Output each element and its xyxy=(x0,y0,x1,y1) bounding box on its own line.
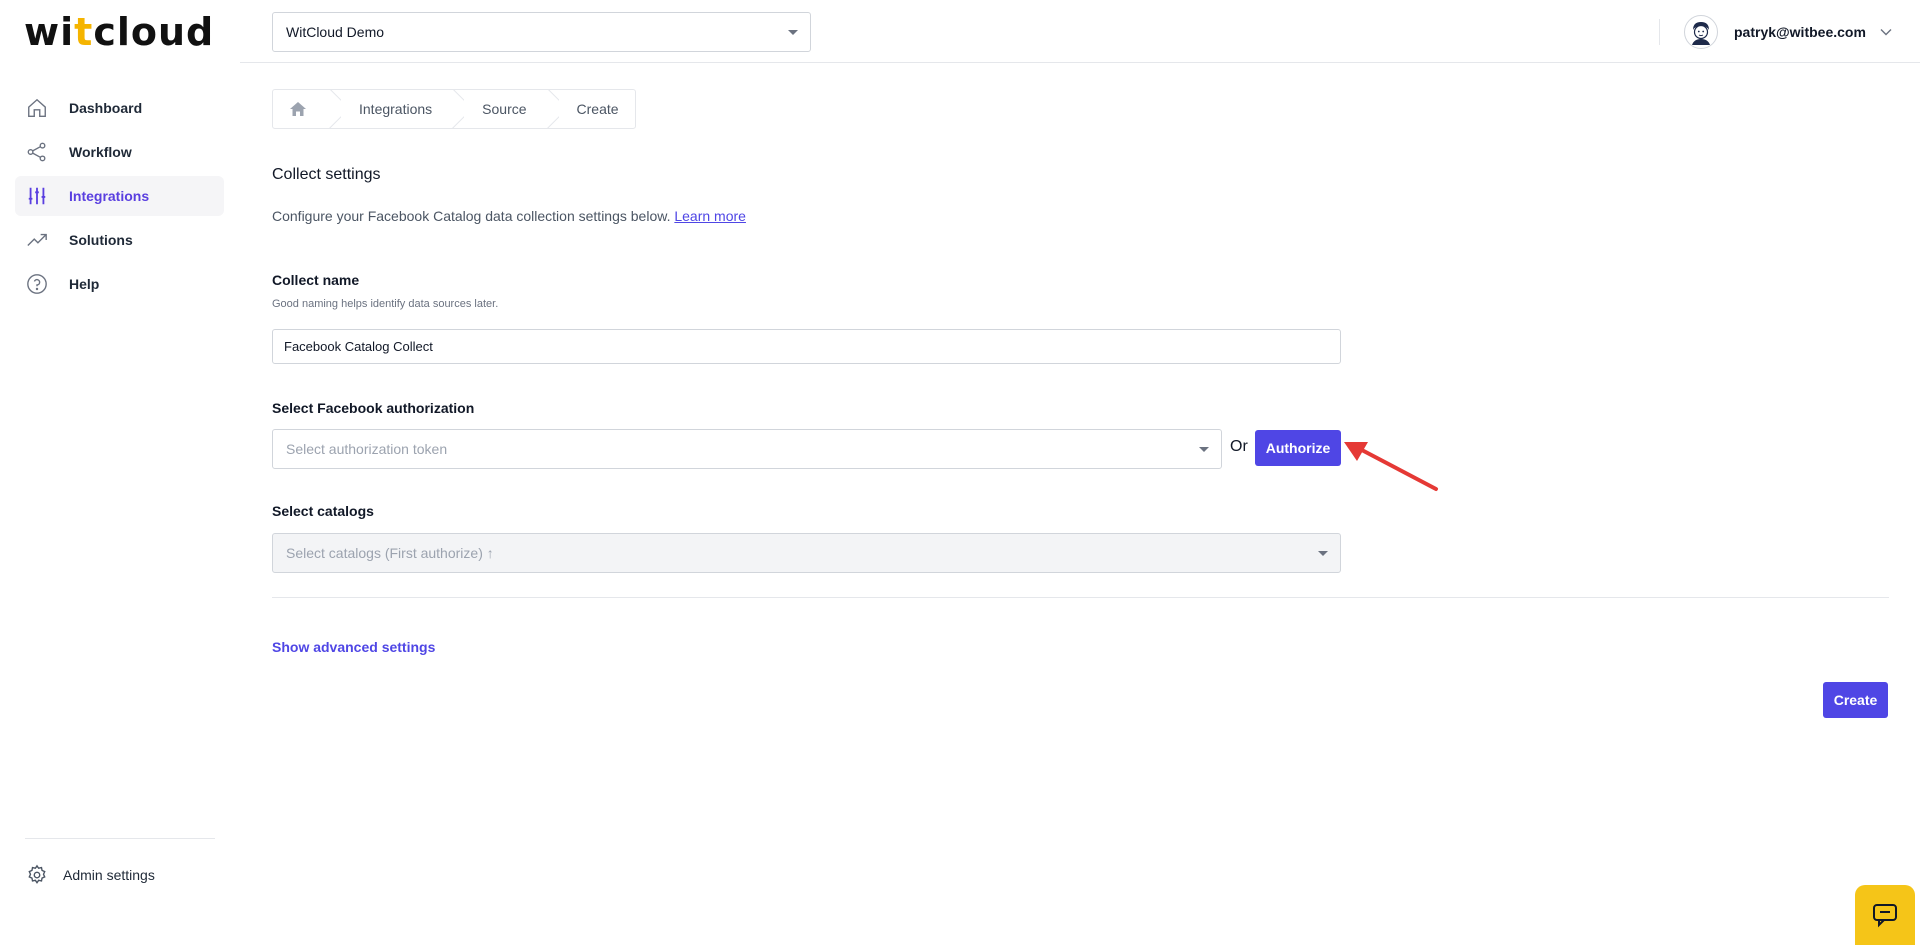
user-menu[interactable]: patryk@witbee.com xyxy=(1684,15,1892,49)
form-description: Configure your Facebook Catalog data col… xyxy=(272,208,746,224)
catalogs-placeholder: Select catalogs (First authorize) ↑ xyxy=(286,545,494,561)
annotation-arrow-icon xyxy=(1344,442,1438,491)
or-label: Or xyxy=(1230,438,1248,455)
project-select-value: WitCloud Demo xyxy=(286,24,385,40)
section-title: Collect settings xyxy=(272,166,381,183)
auth-token-placeholder: Select authorization token xyxy=(286,441,448,457)
sidebar-item-label: Solutions xyxy=(69,232,133,248)
sliders-icon xyxy=(25,184,49,208)
breadcrumb-create: Create xyxy=(576,101,619,117)
chat-support-button[interactable] xyxy=(1855,885,1915,945)
catalogs-label: Select catalogs xyxy=(272,503,374,519)
collect-name-help: Good naming helps identify data sources … xyxy=(272,298,499,310)
collect-name-label: Collect name xyxy=(272,272,360,288)
home-icon xyxy=(25,96,49,120)
authorize-button[interactable]: Authorize xyxy=(1255,430,1341,466)
sidebar-item-label: Dashboard xyxy=(69,100,143,116)
trending-up-icon xyxy=(25,228,49,252)
auth-label: Select Facebook authorization xyxy=(272,400,475,416)
home-icon xyxy=(290,102,306,116)
sidebar-item-label: Help xyxy=(69,276,100,292)
chevron-down-icon xyxy=(1880,26,1892,38)
share-icon xyxy=(25,140,49,164)
help-circle-icon xyxy=(25,272,49,296)
top-header: WitCloud Demo patryk@witbee.com xyxy=(240,0,1920,63)
sidebar-item-solutions[interactable]: Solutions xyxy=(15,220,224,260)
avatar xyxy=(1684,15,1718,49)
sidebar-item-label: Integrations xyxy=(69,188,150,204)
show-advanced-settings-link[interactable]: Show advanced settings xyxy=(272,639,435,655)
collect-name-input[interactable] xyxy=(272,329,1341,364)
auth-token-select[interactable]: Select authorization token xyxy=(272,429,1222,469)
caret-down-icon xyxy=(788,30,798,35)
catalogs-select: Select catalogs (First authorize) ↑ xyxy=(272,533,1341,573)
create-button[interactable]: Create xyxy=(1823,682,1888,718)
sidebar-nav: Dashboard Workflow Integrations Solution… xyxy=(15,88,224,308)
breadcrumb: Integrations Source Create xyxy=(272,89,636,129)
caret-down-icon xyxy=(1318,551,1328,556)
admin-settings-link[interactable]: Admin settings xyxy=(25,862,155,888)
sidebar: witcloud Dashboard Workflow Integrations… xyxy=(0,0,240,945)
form-divider xyxy=(272,597,1889,598)
witcloud-logo[interactable]: witcloud xyxy=(24,10,214,54)
admin-settings-label: Admin settings xyxy=(63,867,155,883)
sidebar-item-integrations[interactable]: Integrations xyxy=(15,176,224,216)
project-select[interactable]: WitCloud Demo xyxy=(272,12,811,52)
sidebar-item-help[interactable]: Help xyxy=(15,264,224,304)
gear-icon xyxy=(25,863,49,887)
sidebar-item-label: Workflow xyxy=(69,144,132,160)
breadcrumb-home[interactable] xyxy=(273,90,329,128)
header-separator xyxy=(1659,19,1660,45)
learn-more-link[interactable]: Learn more xyxy=(674,208,746,224)
avatar-illustration-icon xyxy=(1687,18,1715,46)
caret-down-icon xyxy=(1199,447,1209,452)
chat-icon xyxy=(1873,904,1897,928)
user-email: patryk@witbee.com xyxy=(1734,24,1866,40)
sidebar-divider xyxy=(25,838,215,839)
sidebar-item-dashboard[interactable]: Dashboard xyxy=(15,88,224,128)
breadcrumb-source[interactable]: Source xyxy=(452,90,546,128)
breadcrumb-integrations[interactable]: Integrations xyxy=(329,90,452,128)
sidebar-item-workflow[interactable]: Workflow xyxy=(15,132,224,172)
